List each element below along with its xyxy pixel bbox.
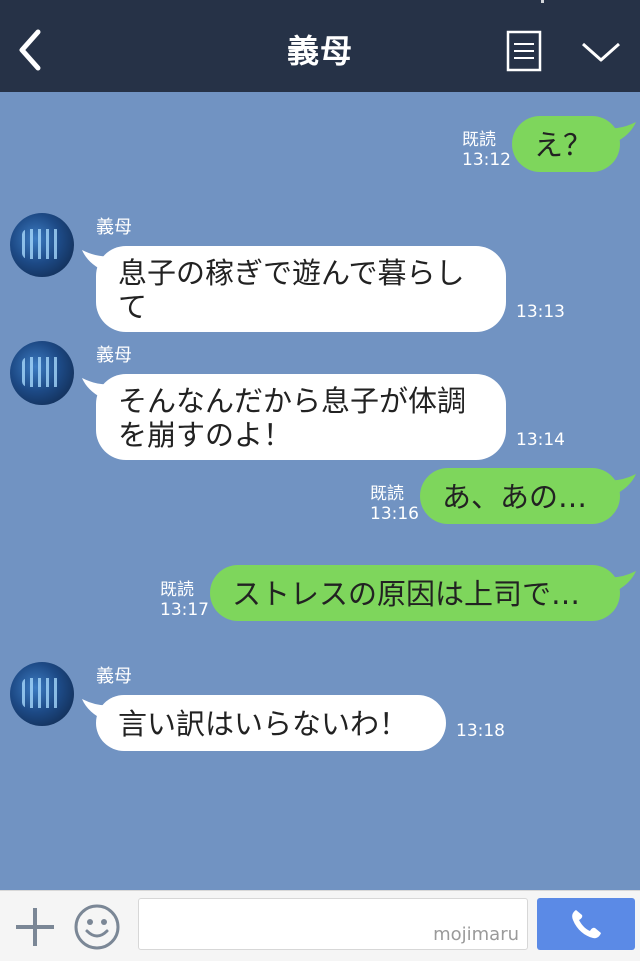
- status-indicator: [541, 0, 544, 3]
- chat-header: 義母: [0, 0, 640, 92]
- message-text: ストレスの原因は上司で…: [232, 577, 581, 611]
- message-time: 13:18: [456, 721, 505, 741]
- bubble-tail: [606, 474, 636, 496]
- message-text-line: て: [118, 290, 148, 324]
- message-text: 言い訳はいらないわ！: [118, 707, 409, 741]
- bubble-tail: [82, 699, 112, 721]
- bubble-tail: [82, 378, 112, 400]
- message-input[interactable]: mojimaru: [138, 898, 528, 950]
- message-meta: 既読 13:16: [370, 484, 419, 524]
- message-text-line: そんなんだから息子が体調: [118, 384, 467, 418]
- message-text-line: を崩すのよ！: [118, 418, 293, 452]
- avatar[interactable]: [10, 213, 74, 277]
- outgoing-message[interactable]: あ、あの…: [420, 468, 620, 524]
- bubble-tail: [606, 122, 636, 144]
- read-receipt: 既読: [462, 130, 496, 150]
- avatar[interactable]: [10, 341, 74, 405]
- chevron-down-icon[interactable]: [580, 36, 622, 66]
- message-time: 13:17: [160, 600, 209, 620]
- avatar[interactable]: [10, 662, 74, 726]
- message-meta: 既読 13:12: [462, 130, 511, 170]
- menu-icon[interactable]: [506, 30, 542, 72]
- sender-name: 義母: [96, 217, 132, 238]
- incoming-message[interactable]: そんなんだから息子が体調 を崩すのよ！: [96, 374, 506, 460]
- emoji-icon[interactable]: [74, 904, 120, 950]
- message-meta: 既読 13:17: [160, 580, 209, 620]
- incoming-message[interactable]: 言い訳はいらないわ！: [96, 695, 446, 751]
- bubble-tail: [606, 571, 636, 593]
- input-bar: mojimaru: [0, 890, 640, 961]
- sender-name: 義母: [96, 345, 132, 366]
- sender-name: 義母: [96, 666, 132, 687]
- call-button[interactable]: [537, 898, 635, 950]
- outgoing-message[interactable]: え？: [512, 116, 620, 172]
- message-time: 13:16: [370, 504, 419, 524]
- message-text: え？: [534, 128, 593, 162]
- bubble-tail: [82, 250, 112, 272]
- chat-title: 義母: [286, 32, 353, 70]
- phone-icon: [572, 910, 601, 939]
- read-receipt: 既読: [370, 484, 404, 504]
- read-receipt: 既読: [160, 580, 194, 600]
- message-time: 13:13: [516, 302, 565, 322]
- watermark: mojimaru: [433, 924, 519, 945]
- message-text-line: 息子の稼ぎで遊んで暮らし: [118, 256, 465, 290]
- message-time: 13:12: [462, 150, 511, 170]
- plus-icon[interactable]: [14, 906, 56, 948]
- message-time: 13:14: [516, 430, 565, 450]
- outgoing-message[interactable]: ストレスの原因は上司で…: [210, 565, 620, 621]
- message-text: あ、あの…: [442, 480, 588, 514]
- incoming-message[interactable]: 息子の稼ぎで遊んで暮らし て: [96, 246, 506, 332]
